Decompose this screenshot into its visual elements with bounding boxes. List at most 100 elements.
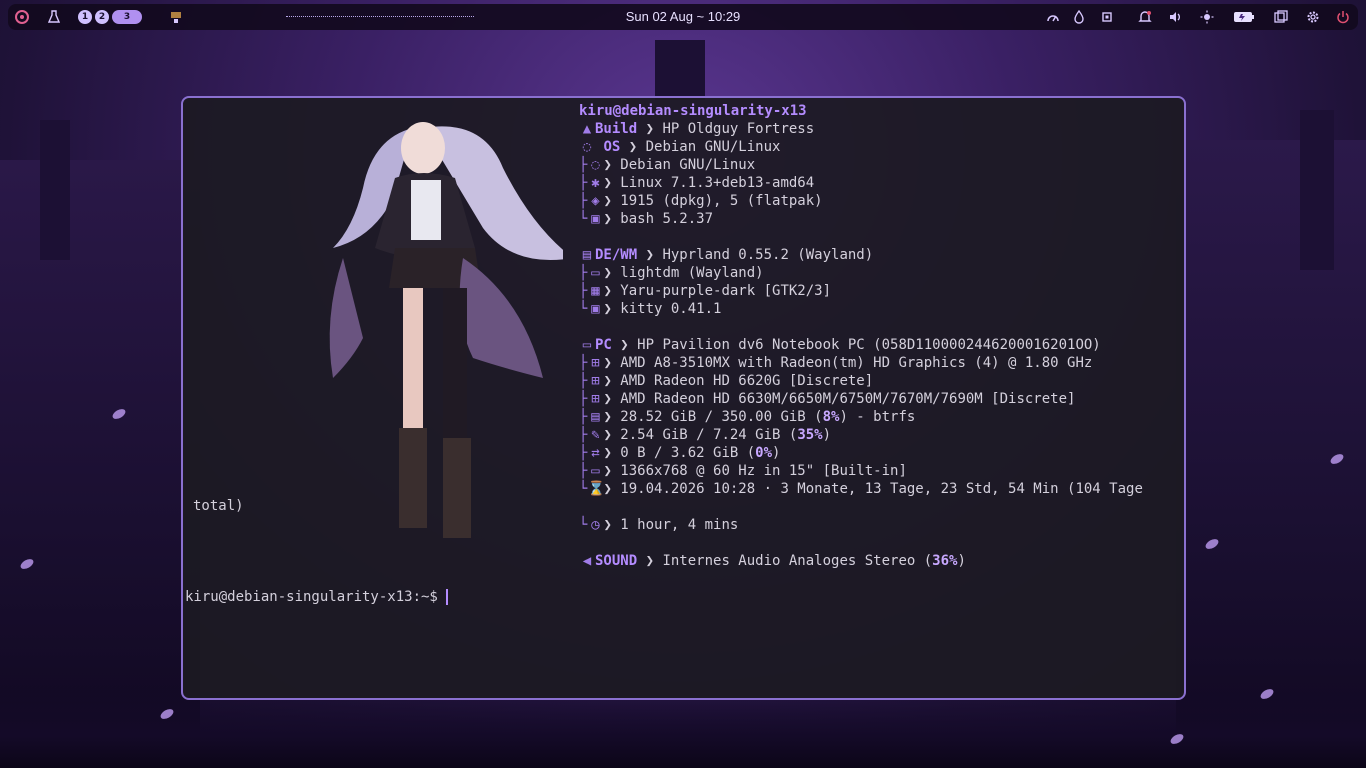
os-row: ◌ OS ❯ Debian GNU/Linux — [579, 138, 781, 156]
debian-icon: ◌ — [591, 157, 600, 173]
os-key: OS — [603, 139, 621, 155]
terminal-window[interactable]: kiru@debian-singularity-x13 ▲ Build ❯ HP … — [181, 96, 1186, 700]
os-value: ❯ Debian GNU/Linux — [628, 139, 781, 155]
wallpaper-tower — [40, 120, 70, 260]
top-bar: 1 2 3 Sun 02 Aug ~ 10:29 — [8, 4, 1358, 30]
disk-suffix: ) - btrfs — [839, 409, 916, 425]
uptime-row: └ ◷ ❯ 1 hour, 4 mins — [579, 517, 739, 533]
debian-icon: ◌ — [582, 139, 592, 155]
shell-prompt[interactable]: kiru@debian-singularity-x13:~$ — [185, 588, 449, 606]
userhost-title: kiru@debian-singularity-x13 — [579, 102, 807, 120]
userhost-text: kiru@debian-singularity-x13 — [579, 103, 807, 119]
distro-row: ├ ◌ ❯ Debian GNU/Linux — [579, 157, 756, 173]
anime-character-image — [329, 122, 563, 538]
clock-icon: ◷ — [591, 517, 600, 533]
bell-icon[interactable] — [1136, 9, 1154, 25]
monitor-icon: ▭ — [591, 265, 600, 281]
install-date-value: ❯ 19.04.2026 10:28 · 3 Monate, 13 Tage, … — [603, 481, 1143, 497]
cpu-value: ❯ AMD A8-3510MX with Radeon(tm) HD Graph… — [603, 355, 1093, 371]
kernel-row: ├ ✱ ❯ Linux 7.1.3+deb13-amd64 — [579, 175, 815, 191]
memory-value: ❯ 2.54 GiB / 7.24 GiB ( — [603, 427, 798, 443]
theme-row: ├ ▦ ❯ Yaru-purple-dark [GTK2/3] — [579, 283, 832, 299]
disk-percent: 8% — [822, 409, 840, 425]
settings-icon[interactable] — [1304, 9, 1322, 25]
gpu-icon: ⊞ — [591, 391, 600, 407]
shell-row: └ ▣ ❯ bash 5.2.37 — [579, 211, 714, 227]
window-icon: ▤ — [582, 247, 592, 263]
temperature-icon[interactable] — [1070, 9, 1088, 25]
sound-key: SOUND — [595, 553, 638, 569]
build-row: ▲ Build ❯ HP Oldguy Fortress — [579, 120, 814, 138]
theme-value: ❯ Yaru-purple-dark [GTK2/3] — [603, 283, 832, 299]
build-key: Build — [595, 121, 638, 137]
packages-value: ❯ 1915 (dpkg), 5 (flatpak) — [603, 193, 823, 209]
pc-key: PC — [595, 337, 612, 353]
battery-icon[interactable] — [1232, 9, 1256, 25]
swap-icon: ⇄ — [591, 445, 600, 461]
term-row: └ ▣ ❯ kitty 0.41.1 — [579, 301, 722, 317]
wrapped-total-text: total) — [193, 498, 244, 514]
wallpaper-castle-left — [0, 160, 200, 768]
package-icon: ◈ — [591, 193, 600, 209]
sound-row: ◀ SOUND ❯ Internes Audio Analoges Stereo … — [579, 552, 966, 570]
power-icon[interactable] — [1334, 9, 1352, 25]
install-date-row: └⌛❯ 19.04.2026 10:28 · 3 Monate, 13 Tage… — [579, 481, 1143, 497]
text-cursor — [446, 589, 449, 605]
cpu-icon: ⊞ — [591, 355, 600, 371]
speaker-icon: ◀ — [582, 553, 592, 569]
gauge-icon[interactable] — [1044, 9, 1062, 25]
shell-value: ❯ bash 5.2.37 — [603, 211, 714, 227]
gpu1-row: ├ ⊞ ❯ AMD Radeon HD 6620G [Discrete] — [579, 373, 874, 389]
gear-icon: ✱ — [591, 175, 600, 191]
build-value: ❯ HP Oldguy Fortress — [645, 121, 815, 137]
memory-suffix: ) — [822, 427, 832, 443]
prompt-text: kiru@debian-singularity-x13:~$ — [185, 589, 447, 605]
memory-row: ├ ✎ ❯ 2.54 GiB / 7.24 GiB (35%) — [579, 427, 832, 443]
wallpaper-tower — [655, 40, 705, 100]
windows-icon[interactable] — [1272, 9, 1290, 25]
display-row: ├ ▭ ❯ 1366x768 @ 60 Hz in 15" [Built-in] — [579, 463, 907, 479]
laptop-icon: ▭ — [582, 337, 592, 353]
gpu2-row: ├ ⊞ ❯ AMD Radeon HD 6630M/6650M/6750M/7670… — [579, 391, 1076, 407]
gpu1-value: ❯ AMD Radeon HD 6620G [Discrete] — [603, 373, 874, 389]
cpu-row: ├ ⊞ ❯ AMD A8-3510MX with Radeon(tm) HD Gra… — [579, 355, 1093, 371]
terminal-icon: ▣ — [591, 211, 600, 227]
sound-suffix: ) — [957, 553, 966, 569]
disk-icon: ▤ — [591, 409, 600, 425]
swap-row: ├ ⇄ ❯ 0 B / 3.62 GiB (0%) — [579, 445, 781, 461]
display-value: ❯ 1366x768 @ 60 Hz in 15" [Built-in] — [603, 463, 907, 479]
wallpaper-tower — [1300, 110, 1334, 270]
brightness-icon[interactable] — [1198, 9, 1216, 25]
volume-icon[interactable] — [1166, 9, 1184, 25]
pc-row: ▭ PC ❯ HP Pavilion dv6 Notebook PC (058D1… — [579, 336, 1101, 354]
swap-value: ❯ 0 B / 3.62 GiB ( — [603, 445, 756, 461]
swap-percent: 0% — [755, 445, 773, 461]
grid-icon: ▦ — [591, 283, 600, 299]
dewm-value: ❯ Hyprland 0.55.2 (Wayland) — [645, 247, 874, 263]
dm-value: ❯ lightdm (Wayland) — [603, 265, 764, 281]
sound-value: ❯ Internes Audio Analoges Stereo ( — [645, 553, 933, 569]
disk-row: ├ ▤ ❯ 28.52 GiB / 350.00 GiB (8%) - btrfs — [579, 409, 916, 425]
sound-percent: 36% — [932, 553, 958, 569]
memory-icon: ✎ — [591, 427, 600, 443]
hourglass-icon: ⌛ — [587, 481, 605, 497]
pc-value: ❯ HP Pavilion dv6 Notebook PC (058D11000… — [620, 337, 1101, 353]
term-value: ❯ kitty 0.41.1 — [603, 301, 722, 317]
wallpaper-ground — [0, 688, 1366, 768]
arch-logo-icon: ▲ — [582, 121, 592, 137]
cpu-icon[interactable] — [1098, 9, 1116, 25]
monitor-icon: ▭ — [591, 463, 600, 479]
packages-row: ├ ◈ ❯ 1915 (dpkg), 5 (flatpak) — [579, 193, 823, 209]
dewm-key: DE/WM — [595, 247, 638, 263]
distro-value: ❯ Debian GNU/Linux — [603, 157, 756, 173]
memory-percent: 35% — [797, 427, 823, 443]
dm-row: ├ ▭ ❯ lightdm (Wayland) — [579, 265, 764, 281]
dewm-row: ▤ DE/WM ❯ Hyprland 0.55.2 (Wayland) — [579, 246, 873, 264]
swap-suffix: ) — [772, 445, 781, 461]
gpu2-value: ❯ AMD Radeon HD 6630M/6650M/6750M/7670M/… — [603, 391, 1076, 407]
kernel-value: ❯ Linux 7.1.3+deb13-amd64 — [603, 175, 815, 191]
terminal-icon: ▣ — [591, 301, 600, 317]
uptime-value: ❯ 1 hour, 4 mins — [603, 517, 739, 533]
disk-value: ❯ 28.52 GiB / 350.00 GiB ( — [603, 409, 823, 425]
clock[interactable]: Sun 02 Aug ~ 10:29 — [8, 9, 1358, 24]
